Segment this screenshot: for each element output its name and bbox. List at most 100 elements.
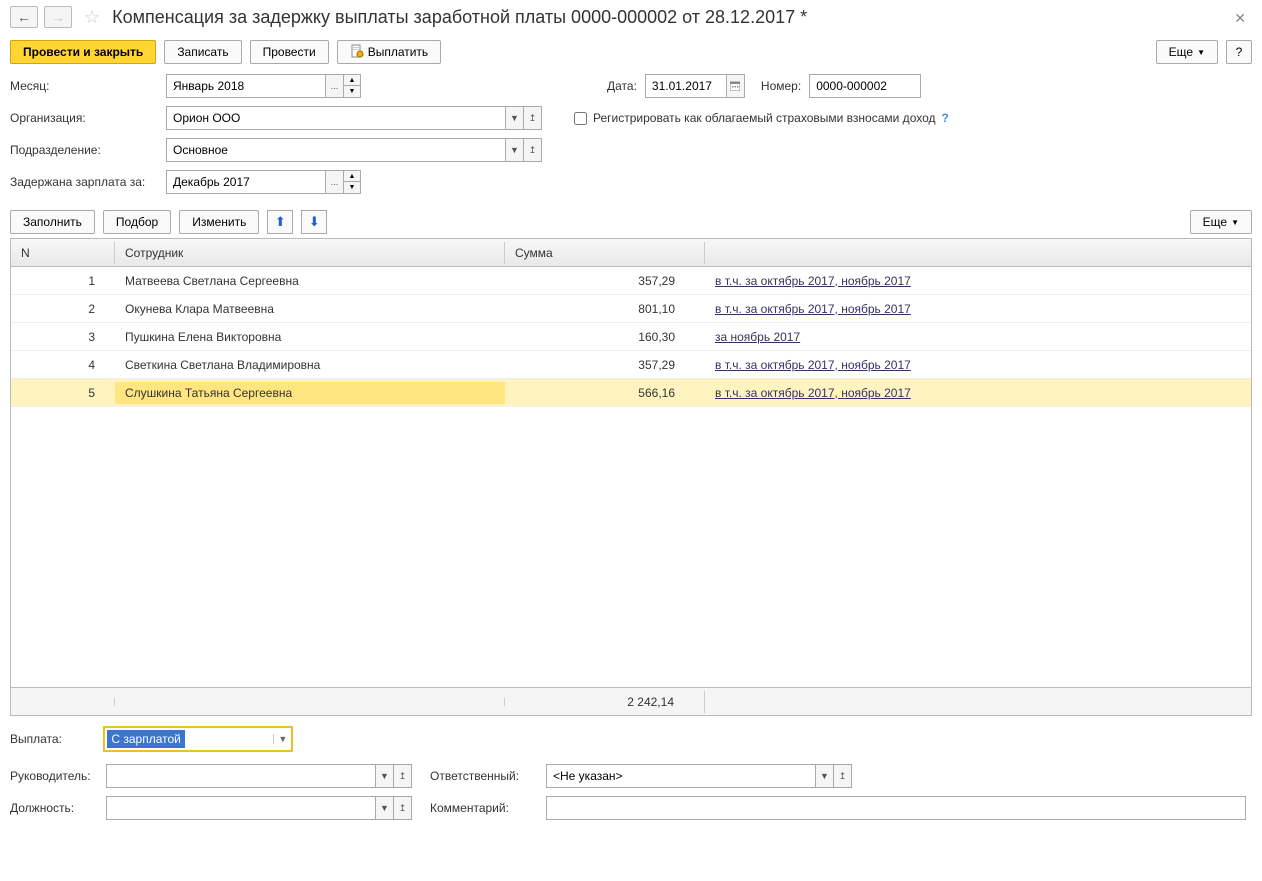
responsible-open-button[interactable]: ↥ <box>834 764 852 788</box>
calendar-icon[interactable] <box>727 74 745 98</box>
manager-label: Руководитель: <box>10 769 100 783</box>
number-input[interactable] <box>809 74 921 98</box>
total-sum: 2 242,14 <box>505 691 705 713</box>
delayed-input[interactable] <box>166 170 326 194</box>
comment-input[interactable] <box>546 796 1246 820</box>
detail-link[interactable]: в т.ч. за октябрь 2017, ноябрь 2017 <box>715 302 911 316</box>
pay-button-label: Выплатить <box>368 45 429 59</box>
payout-select[interactable]: С зарплатой ▼ <box>103 726 293 752</box>
month-input[interactable] <box>166 74 326 98</box>
nav-back-button[interactable]: ← <box>10 6 38 28</box>
edit-button[interactable]: Изменить <box>179 210 259 234</box>
org-open-button[interactable]: ↥ <box>524 106 542 130</box>
detail-link[interactable]: за ноябрь 2017 <box>715 330 800 344</box>
table-body[interactable]: 1Матвеева Светлана Сергеевна357,29в т.ч.… <box>11 267 1251 687</box>
payout-value: С зарплатой <box>107 730 185 748</box>
table-row[interactable]: 4Светкина Светлана Владимировна357,29 в т… <box>11 351 1251 379</box>
favorite-star-icon[interactable]: ☆ <box>84 7 100 28</box>
cell-n: 4 <box>11 354 115 376</box>
register-label: Регистрировать как облагаемый страховыми… <box>593 111 936 125</box>
register-checkbox[interactable] <box>574 112 587 125</box>
date-input[interactable] <box>645 74 727 98</box>
manager-input[interactable] <box>106 764 376 788</box>
dept-input[interactable] <box>166 138 506 162</box>
cell-detail: в т.ч. за октябрь 2017, ноябрь 2017 <box>705 354 1251 376</box>
close-icon[interactable]: ✕ <box>1234 10 1246 27</box>
detail-link[interactable]: в т.ч. за октябрь 2017, ноябрь 2017 <box>715 274 911 288</box>
chevron-down-icon[interactable]: ▼ <box>273 734 291 744</box>
org-input[interactable] <box>166 106 506 130</box>
position-input[interactable] <box>106 796 376 820</box>
responsible-label: Ответственный: <box>430 769 540 783</box>
nav-forward-button[interactable]: → <box>44 6 72 28</box>
post-and-close-button[interactable]: Провести и закрыть <box>10 40 156 64</box>
table-row[interactable]: 5Слушкина Татьяна Сергеевна566,16в т.ч. … <box>11 379 1251 407</box>
cell-detail: в т.ч. за октябрь 2017, ноябрь 2017 <box>705 382 1251 404</box>
cell-sum: 357,29 <box>505 354 705 376</box>
write-button[interactable]: Записать <box>164 40 241 64</box>
table-footer: 2 242,14 <box>11 687 1251 715</box>
cell-sum: 357,29 <box>505 270 705 292</box>
chevron-down-icon: ▼ <box>1231 218 1239 227</box>
column-sum[interactable]: Сумма <box>505 242 705 264</box>
move-up-button[interactable]: ⬆ <box>267 210 293 234</box>
post-button[interactable]: Провести <box>250 40 329 64</box>
cell-employee: Пушкина Елена Викторовна <box>115 326 505 348</box>
cell-employee: Матвеева Светлана Сергеевна <box>115 270 505 292</box>
payout-label: Выплата: <box>10 732 100 746</box>
delayed-spin-up[interactable]: ▲ <box>343 170 361 182</box>
cell-employee: Светкина Светлана Владимировна <box>115 354 505 376</box>
delayed-ellipsis-button[interactable]: ... <box>326 170 344 194</box>
position-label: Должность: <box>10 801 100 815</box>
manager-open-button[interactable]: ↥ <box>394 764 412 788</box>
cell-n: 3 <box>11 326 115 348</box>
dept-open-button[interactable]: ↥ <box>524 138 542 162</box>
move-down-button[interactable]: ⬇ <box>301 210 327 234</box>
detail-link[interactable]: в т.ч. за октябрь 2017, ноябрь 2017 <box>715 386 911 400</box>
cell-detail: в т.ч. за октябрь 2017, ноябрь 2017 <box>705 270 1251 292</box>
table-row[interactable]: 1Матвеева Светлана Сергеевна357,29 в т.ч.… <box>11 267 1251 295</box>
cell-n: 2 <box>11 298 115 320</box>
month-ellipsis-button[interactable]: ... <box>326 74 344 98</box>
document-icon <box>350 44 364 61</box>
delayed-label: Задержана зарплата за: <box>10 175 158 189</box>
help-button[interactable]: ? <box>1226 40 1252 64</box>
month-label: Месяц: <box>10 79 158 93</box>
table-more-button[interactable]: Еще ▼ <box>1190 210 1252 234</box>
fill-button[interactable]: Заполнить <box>10 210 95 234</box>
column-n[interactable]: N <box>11 242 115 264</box>
responsible-input[interactable] <box>546 764 816 788</box>
month-spin-up[interactable]: ▲ <box>343 74 361 86</box>
cell-n: 5 <box>11 382 115 404</box>
more-button[interactable]: Еще ▼ <box>1156 40 1218 64</box>
pay-button[interactable]: Выплатить <box>337 40 442 64</box>
page-title: Компенсация за задержку выплаты заработн… <box>112 7 1252 28</box>
detail-link[interactable]: в т.ч. за октябрь 2017, ноябрь 2017 <box>715 358 911 372</box>
chevron-down-icon: ▼ <box>1197 48 1205 57</box>
delayed-spin-down[interactable]: ▼ <box>343 182 361 194</box>
org-dropdown-button[interactable]: ▼ <box>506 106 524 130</box>
comment-label: Комментарий: <box>430 801 540 815</box>
position-open-button[interactable]: ↥ <box>394 796 412 820</box>
table-row[interactable]: 2Окунева Клара Матвеевна801,10 в т.ч. за … <box>11 295 1251 323</box>
column-detail <box>705 249 1251 257</box>
table-row[interactable]: 3Пушкина Елена Викторовна160,30 за ноябрь… <box>11 323 1251 351</box>
date-label: Дата: <box>607 79 637 93</box>
responsible-dropdown-button[interactable]: ▼ <box>816 764 834 788</box>
position-dropdown-button[interactable]: ▼ <box>376 796 394 820</box>
dept-dropdown-button[interactable]: ▼ <box>506 138 524 162</box>
month-spin-down[interactable]: ▼ <box>343 86 361 98</box>
cell-n: 1 <box>11 270 115 292</box>
column-employee[interactable]: Сотрудник <box>115 242 505 264</box>
help-icon[interactable]: ? <box>942 111 949 125</box>
manager-dropdown-button[interactable]: ▼ <box>376 764 394 788</box>
cell-detail: за ноябрь 2017 <box>705 326 1251 348</box>
pick-button[interactable]: Подбор <box>103 210 171 234</box>
cell-employee: Окунева Клара Матвеевна <box>115 298 505 320</box>
cell-sum: 160,30 <box>505 326 705 348</box>
number-label: Номер: <box>761 79 801 93</box>
cell-sum: 801,10 <box>505 298 705 320</box>
org-label: Организация: <box>10 111 158 125</box>
dept-label: Подразделение: <box>10 143 158 157</box>
cell-sum: 566,16 <box>505 382 705 404</box>
